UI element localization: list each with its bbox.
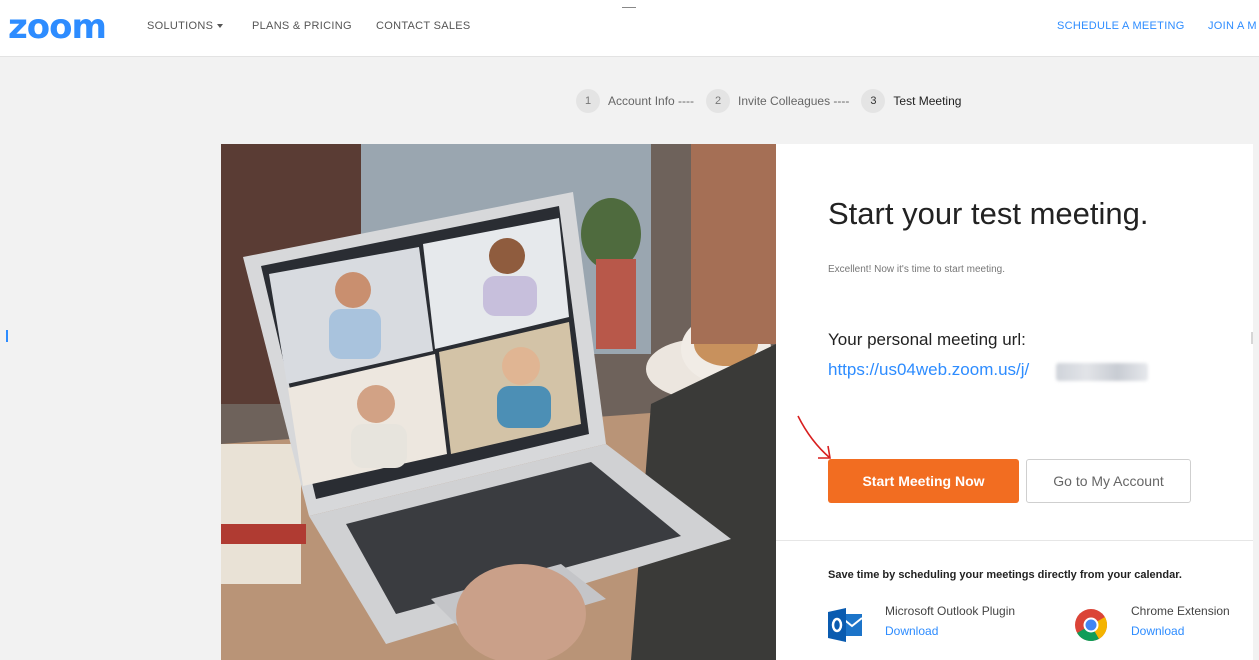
step-label: Test Meeting bbox=[893, 94, 962, 108]
step-invite-colleagues: 2 Invite Colleagues ---- bbox=[706, 89, 861, 113]
zoom-logo[interactable]: zoom bbox=[8, 10, 107, 44]
nav-schedule-meeting[interactable]: SCHEDULE A MEETING bbox=[1057, 20, 1185, 32]
nav-join-meeting[interactable]: JOIN A M bbox=[1208, 20, 1257, 32]
go-to-my-account-button[interactable]: Go to My Account bbox=[1026, 459, 1191, 503]
outlook-icon bbox=[828, 608, 863, 642]
page-title: Start your test meeting. bbox=[828, 196, 1149, 231]
outlook-download-link[interactable]: Download bbox=[885, 624, 1015, 638]
signup-progress-stepper: 1 Account Info ---- 2 Invite Colleagues … bbox=[576, 88, 973, 114]
step-number: 1 bbox=[576, 89, 600, 113]
top-navigation-bar: zoom SOLUTIONS PLANS & PRICING CONTACT S… bbox=[0, 0, 1259, 57]
plugin-name: Chrome Extension bbox=[1131, 604, 1230, 618]
nav-solutions[interactable]: SOLUTIONS bbox=[147, 20, 224, 32]
step-label: Account Info ---- bbox=[608, 94, 695, 108]
edge-marker bbox=[6, 330, 8, 342]
laptop-illustration bbox=[221, 144, 776, 660]
step-label: Invite Colleagues ---- bbox=[738, 94, 850, 108]
nav-contact-sales[interactable]: CONTACT SALES bbox=[376, 20, 471, 32]
outlook-plugin: Microsoft Outlook Plugin Download bbox=[885, 604, 1015, 638]
step-account-info: 1 Account Info ---- bbox=[576, 89, 706, 113]
chrome-extension: Chrome Extension Download bbox=[1131, 604, 1230, 638]
section-divider bbox=[776, 540, 1253, 541]
step-test-meeting: 3 Test Meeting bbox=[861, 89, 973, 113]
meeting-url-label: Your personal meeting url: bbox=[828, 330, 1026, 349]
step-number: 3 bbox=[861, 89, 886, 113]
chrome-download-link[interactable]: Download bbox=[1131, 624, 1230, 638]
chevron-down-icon bbox=[217, 24, 224, 29]
nav-plans-pricing[interactable]: PLANS & PRICING bbox=[252, 20, 352, 32]
hero-photo-laptop-video-call bbox=[221, 144, 776, 660]
personal-meeting-url-link[interactable]: https://us04web.zoom.us/j/ bbox=[828, 360, 1029, 380]
calendar-plugins-note: Save time by scheduling your meetings di… bbox=[828, 569, 1182, 581]
plugin-name: Microsoft Outlook Plugin bbox=[885, 604, 1016, 618]
start-meeting-now-button[interactable]: Start Meeting Now bbox=[828, 459, 1019, 503]
chrome-icon bbox=[1075, 609, 1108, 642]
window-minimize-mark bbox=[622, 7, 636, 8]
step-number: 2 bbox=[706, 89, 731, 113]
scrollbar-mark[interactable] bbox=[1251, 332, 1253, 344]
test-meeting-card: Start your test meeting. Excellent! Now … bbox=[776, 144, 1253, 660]
redacted-meeting-id bbox=[1056, 363, 1148, 381]
card-subtitle: Excellent! Now it's time to start meetin… bbox=[828, 264, 1005, 275]
annotation-arrow-icon bbox=[797, 415, 831, 459]
nav-solutions-label: SOLUTIONS bbox=[147, 20, 214, 32]
